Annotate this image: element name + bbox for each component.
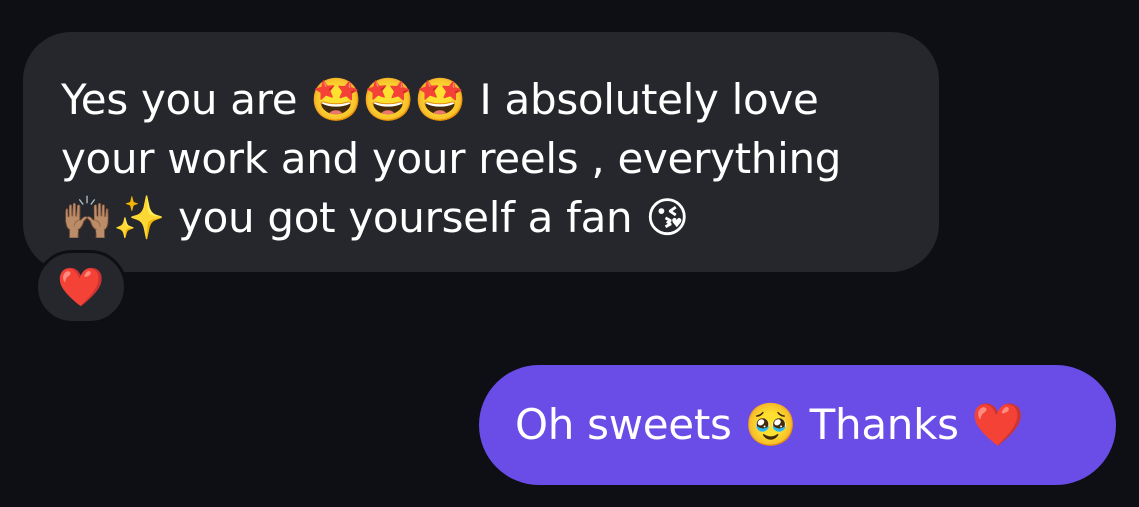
outgoing-message-bubble[interactable]: Oh sweets 🥹 Thanks ❤️ [479, 365, 1116, 485]
heart-reaction-badge[interactable]: ❤️ [35, 250, 127, 324]
incoming-message-bubble[interactable]: Yes you are 🤩🤩🤩 I absolutely love your w… [23, 32, 939, 272]
